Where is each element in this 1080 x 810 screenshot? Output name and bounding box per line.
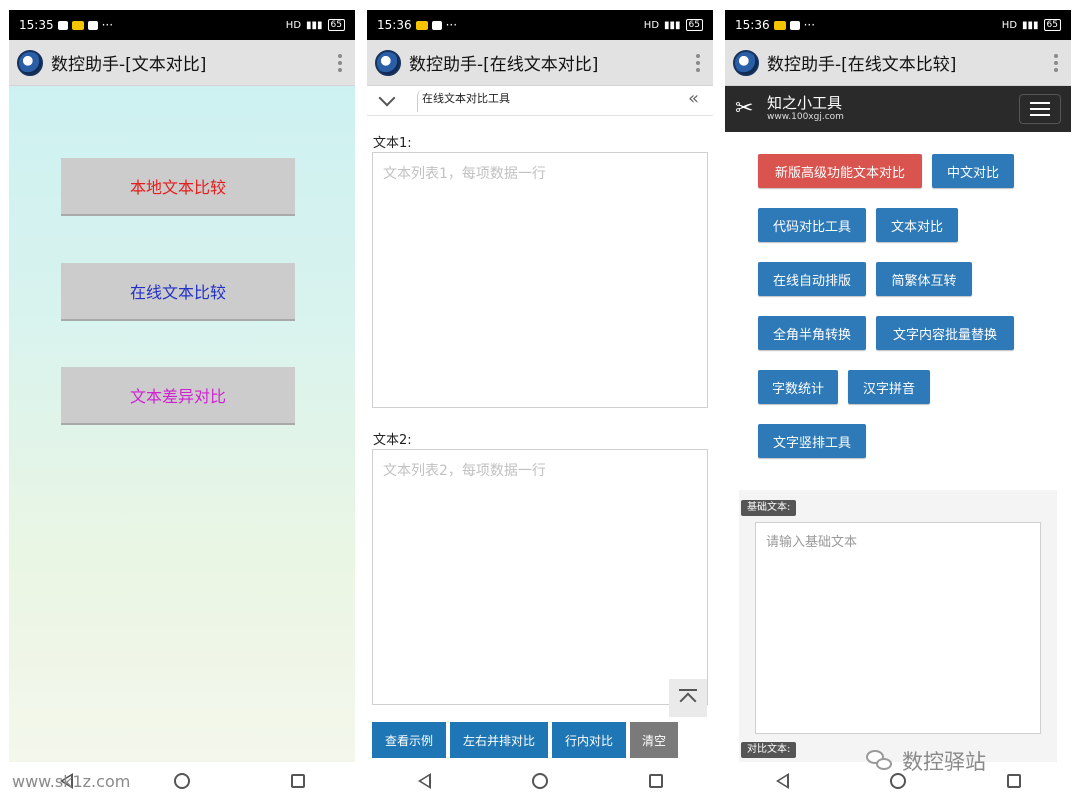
notification-icon <box>71 20 84 30</box>
hamburger-menu-icon[interactable] <box>1019 94 1061 124</box>
signal-icon: ▮▮▮ <box>306 19 323 31</box>
local-compare-button[interactable]: 本地文本比较 <box>61 158 295 216</box>
base-text-tag: 基础文本: <box>741 500 797 516</box>
recent-apps-icon[interactable] <box>1006 774 1021 788</box>
notification-icon <box>415 20 428 30</box>
notification-icon <box>87 20 98 30</box>
home-icon[interactable] <box>531 773 548 789</box>
recent-apps-icon[interactable] <box>648 774 663 788</box>
phone-screen-2: 15:36 ··· HD ▮▮▮ 65 数控助手-[在线文本对比] 在线文本对比… <box>367 10 713 800</box>
tab-strip: 在线文本对比工具 « <box>367 86 713 116</box>
status-bar: 15:36 ··· HD ▮▮▮ 65 <box>725 10 1071 40</box>
status-time: 15:35 <box>19 18 54 32</box>
app-bar: 数控助手-[文本对比] <box>9 40 355 86</box>
tool-button-pinyin[interactable]: 汉字拼音 <box>848 370 930 404</box>
overflow-menu-icon[interactable] <box>1049 53 1063 72</box>
tool-button-code-compare[interactable]: 代码对比工具 <box>758 208 866 242</box>
clear-button[interactable]: 清空 <box>630 722 678 758</box>
app-title: 数控助手-[文本对比] <box>51 55 207 75</box>
more-notifications: ··· <box>101 18 114 32</box>
tool-button-advanced-compare[interactable]: 新版高级功能文本对比 <box>758 154 922 188</box>
signal-icon: ▮▮▮ <box>1022 19 1039 31</box>
base-text-input[interactable]: 请输入基础文本 <box>755 522 1041 734</box>
home-icon[interactable] <box>173 773 190 789</box>
view-example-button[interactable]: 查看示例 <box>372 722 446 758</box>
battery-icon: 65 <box>327 19 345 31</box>
phone-screen-3: 15:36 ··· HD ▮▮▮ 65 数控助手-[在线文本比较] ✂ 知之小工… <box>725 10 1071 800</box>
tool-button-fullwidth[interactable]: 全角半角转换 <box>758 316 866 350</box>
notification-icon <box>773 20 786 30</box>
wechat-watermark: 数控驿站 <box>866 746 986 776</box>
tools-page: ✂ 知之小工具 www.100xgj.com 新版高级功能文本对比 中文对比 代… <box>725 86 1071 762</box>
text1-input[interactable]: 文本列表1，每项数据一行 <box>372 152 708 408</box>
tool-button-auto-format[interactable]: 在线自动排版 <box>758 262 866 296</box>
battery-icon: 65 <box>1043 19 1061 31</box>
notification-icon <box>789 20 800 30</box>
notification-icon <box>431 20 442 30</box>
system-nav-bar <box>367 762 713 800</box>
online-compare-button[interactable]: 在线文本比较 <box>61 263 295 321</box>
status-time: 15:36 <box>377 18 412 32</box>
more-notifications: ··· <box>445 18 458 32</box>
collapse-icon[interactable]: « <box>688 88 699 109</box>
compare-text-tag: 对比文本: <box>741 742 797 758</box>
signal-icon: ▮▮▮ <box>664 19 681 31</box>
status-bar: 15:35 ··· HD ▮▮▮ 65 <box>9 10 355 40</box>
tool-button-text-compare[interactable]: 文本对比 <box>876 208 958 242</box>
status-time: 15:36 <box>735 18 770 32</box>
battery-icon: 65 <box>685 19 703 31</box>
overflow-menu-icon[interactable] <box>691 53 705 72</box>
tab-online-compare[interactable]: 在线文本对比工具 <box>417 90 514 112</box>
status-bar: 15:36 ··· HD ▮▮▮ 65 <box>367 10 713 40</box>
app-title: 数控助手-[在线文本比较] <box>767 55 957 75</box>
more-notifications: ··· <box>803 18 816 32</box>
recent-apps-icon[interactable] <box>290 774 305 788</box>
app-logo-icon <box>17 49 43 76</box>
website-watermark: www.sk1z.com <box>12 772 131 791</box>
action-bar: 查看示例 左右并排对比 行内对比 清空 <box>372 722 678 758</box>
tool-button-word-count[interactable]: 字数统计 <box>758 370 838 404</box>
back-icon[interactable] <box>775 773 789 789</box>
chevron-down-icon[interactable] <box>378 89 396 107</box>
phone-screen-1: 15:35 ··· HD ▮▮▮ 65 数控助手-[文本对比] 本地文本比较 在… <box>9 10 355 800</box>
back-icon[interactable] <box>417 773 431 789</box>
tool-button-simp-trad[interactable]: 简繁体互转 <box>876 262 972 296</box>
app-bar: 数控助手-[在线文本对比] <box>367 40 713 86</box>
text2-input[interactable]: 文本列表2，每项数据一行 <box>372 449 708 705</box>
tool-button-chinese-compare[interactable]: 中文对比 <box>932 154 1014 188</box>
tool-button-batch-replace[interactable]: 文字内容批量替换 <box>876 316 1014 350</box>
diff-compare-button[interactable]: 文本差异对比 <box>61 367 295 425</box>
side-by-side-button[interactable]: 左右并排对比 <box>450 722 548 758</box>
app-logo-icon <box>375 49 401 76</box>
network-label: HD <box>285 19 302 31</box>
inline-compare-button[interactable]: 行内对比 <box>552 722 626 758</box>
notification-icon <box>57 20 68 30</box>
network-label: HD <box>643 19 660 31</box>
online-compare-page: 在线文本对比工具 « 文本1: 文本列表1，每项数据一行 文本2: 文本列表2，… <box>367 86 713 762</box>
site-header: ✂ 知之小工具 www.100xgj.com <box>725 86 1071 132</box>
scroll-to-top-button[interactable] <box>669 679 707 717</box>
menu-screen: 本地文本比较 在线文本比较 文本差异对比 <box>9 86 355 762</box>
app-bar: 数控助手-[在线文本比较] <box>725 40 1071 86</box>
site-url: www.100xgj.com <box>767 112 844 122</box>
overflow-menu-icon[interactable] <box>333 53 347 72</box>
app-title: 数控助手-[在线文本对比] <box>409 55 599 75</box>
text1-label: 文本1: <box>373 136 412 151</box>
app-logo-icon <box>733 49 759 76</box>
tools-logo-icon: ✂ <box>735 96 754 121</box>
network-label: HD <box>1001 19 1018 31</box>
wechat-icon <box>866 750 896 772</box>
site-name: 知之小工具 <box>767 94 843 112</box>
text2-label: 文本2: <box>373 433 412 448</box>
tool-button-vertical-text[interactable]: 文字竖排工具 <box>758 424 866 458</box>
wechat-account-name: 数控驿站 <box>902 750 986 774</box>
